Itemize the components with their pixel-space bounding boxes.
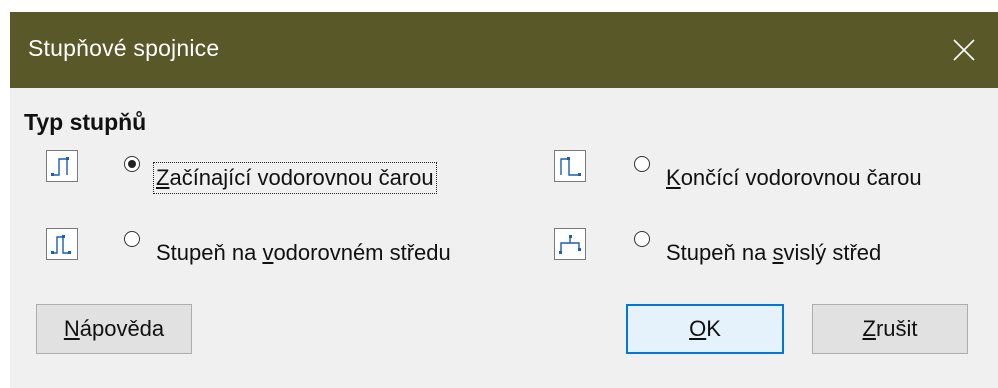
close-button[interactable] <box>930 12 998 88</box>
option-end-horizontal-label[interactable]: Končící vodorovnou čarou <box>666 165 922 191</box>
help-button[interactable]: Nápověda <box>36 304 192 354</box>
step-center-horizontal-icon <box>46 228 78 260</box>
option-center-vertical-label[interactable]: Stupeň na svislý střed <box>666 240 881 266</box>
help-button-accel: N <box>63 316 80 341</box>
step-start-horizontal-icon <box>46 150 78 182</box>
cancel-button-accel: Z <box>862 316 876 341</box>
option-start-horizontal-radio[interactable] <box>124 156 140 172</box>
step-center-vertical-icon <box>554 228 586 260</box>
title-bar: Stupňové spojnice <box>10 12 998 88</box>
section-title: Typ stupňů <box>24 109 147 135</box>
ok-button-label: K <box>706 316 721 341</box>
ok-button[interactable]: OK <box>626 304 784 354</box>
dialog-title: Stupňové spojnice <box>28 35 220 61</box>
option-start-horizontal-label[interactable]: Začínající vodorovnou čarou <box>153 162 437 194</box>
option-center-horizontal-label[interactable]: Stupeň na vodorovném středu <box>156 240 451 266</box>
close-icon <box>953 39 975 61</box>
ok-button-accel: O <box>689 316 707 341</box>
option-center-horizontal-radio[interactable] <box>124 231 140 247</box>
cancel-button[interactable]: Zrušit <box>812 304 968 354</box>
option-end-horizontal-radio[interactable] <box>634 156 650 172</box>
dialog-window: Stupňové spojnice Typ stupňů Začínající … <box>10 12 998 388</box>
step-end-horizontal-icon <box>554 150 586 182</box>
option-center-vertical-radio[interactable] <box>634 231 650 247</box>
help-button-label: ápověda <box>79 316 165 341</box>
cancel-button-label: rušit <box>875 316 918 341</box>
